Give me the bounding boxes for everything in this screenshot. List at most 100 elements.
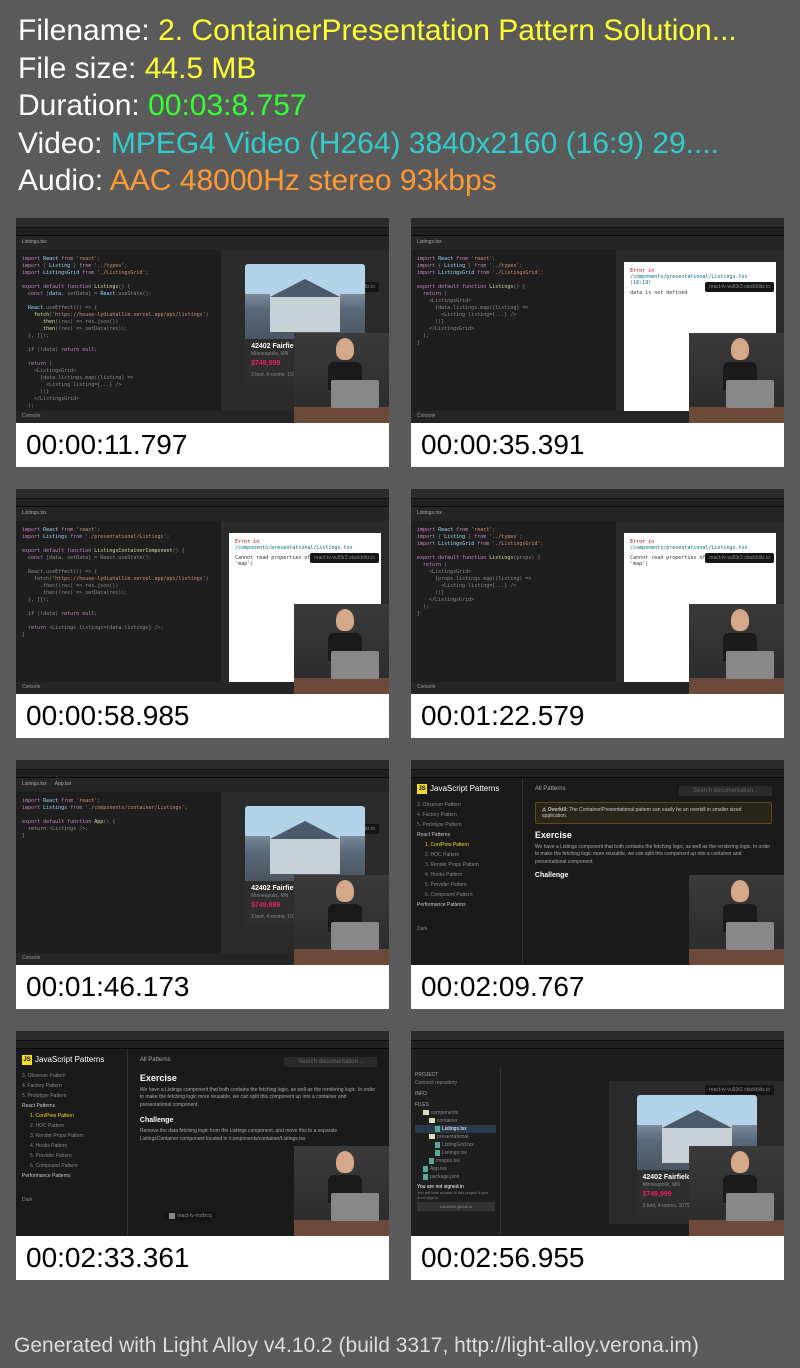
nav-item: 4. Hooks Pattern	[22, 1141, 121, 1151]
nav-item: 6. Compound Pattern	[417, 890, 516, 900]
nav-item-active: 1. Con/Pres Pattern	[22, 1111, 121, 1121]
tree-folder: presentational	[437, 1134, 468, 1140]
editor-tab: Listings.tsx	[22, 781, 47, 789]
filename-value: 2. ContainerPresentation Pattern Solutio…	[158, 14, 737, 47]
nav-item: 3. Render Props Pattern	[22, 1131, 121, 1141]
brand-label: JavaScript Patterns	[35, 1055, 104, 1064]
challenge-heading: Challenge	[140, 1117, 377, 1124]
code-pane: import React from 'react'; import { List…	[16, 250, 221, 423]
code-pane: import React from 'react'; import Listin…	[16, 521, 221, 694]
editor-tab: Listings.tsx	[417, 510, 442, 518]
tree-folder: components	[431, 1110, 458, 1116]
tree-file: ListingGrid.tsx	[442, 1142, 474, 1148]
thumb-image: JSJavaScript Patterns 3. Observer Patter…	[411, 760, 784, 965]
preview-url: react-tv-vu93r2.stackblitz.io	[310, 553, 379, 563]
thumbnail-3[interactable]: Listings.tsx import React from 'react'; …	[16, 489, 389, 738]
nav-item: 5. Provider Pattern	[417, 880, 516, 890]
thumb-image: JSJavaScript Patterns 3. Observer Patter…	[16, 1031, 389, 1236]
timestamp: 00:02:33.361	[16, 1236, 389, 1280]
video-value: MPEG4 Video (H264) 3840x2160 (16:9) 29..…	[111, 127, 719, 160]
challenge-text: Remove the data fetching logic from the …	[140, 1128, 377, 1143]
editor-tab: App.tsx	[55, 781, 72, 789]
nav-item: 3. Render Props Pattern	[417, 860, 516, 870]
presenter-overlay	[689, 875, 784, 965]
file-info-panel: Filename: 2. ContainerPresentation Patte…	[0, 0, 800, 208]
all-patterns-link: All Patterns	[535, 786, 566, 796]
nav-heading: React Patterns	[22, 1101, 121, 1111]
timestamp: 00:01:22.579	[411, 694, 784, 738]
timestamp: 00:01:46.173	[16, 965, 389, 1009]
thumbnail-5[interactable]: Listings.tsx App.tsx import React from 'r…	[16, 760, 389, 1009]
thumbnail-4[interactable]: Listings.tsx import React from 'react'; …	[411, 489, 784, 738]
thumb-image: Listings.tsx import React from 'react'; …	[16, 218, 389, 423]
thumb-image: PROJECT Connect repository INFO FILES co…	[411, 1031, 784, 1236]
nav-item: 6. Compound Pattern	[22, 1161, 121, 1171]
presenter-overlay	[294, 333, 389, 423]
error-path: /components/presentational/Listings.tsx	[235, 545, 375, 551]
audio-row: Audio: AAC 48000Hz stereo 93kbps	[18, 162, 782, 200]
editor-tab: Listings.tsx	[22, 239, 47, 247]
nav-item: 4. Hooks Pattern	[417, 870, 516, 880]
signin-notice: You are not signed in You will lose acce…	[417, 1184, 495, 1211]
thumbnail-1[interactable]: Listings.tsx import React from 'react'; …	[16, 218, 389, 467]
thumbnail-6[interactable]: JSJavaScript Patterns 3. Observer Patter…	[411, 760, 784, 1009]
thumb-image: Listings.tsx import React from 'react'; …	[16, 489, 389, 694]
preview-url: react-tv-vu93r2.stackblitz.io	[705, 553, 774, 563]
video-label: Video:	[18, 127, 111, 160]
thumbnail-8[interactable]: PROJECT Connect repository INFO FILES co…	[411, 1031, 784, 1280]
preview-url: react-tv-vu93r2.stackblitz.io	[705, 282, 774, 292]
nav-item: Dark	[22, 1195, 121, 1205]
docs-sidebar: JSJavaScript Patterns 3. Observer Patter…	[411, 778, 523, 965]
tree-heading: INFO	[415, 1090, 496, 1098]
presenter-overlay	[689, 1146, 784, 1236]
nav-heading: Performance Patterns	[417, 900, 516, 910]
docs-brand: JSJavaScript Patterns	[22, 1055, 121, 1065]
thumbnail-7[interactable]: JSJavaScript Patterns 3. Observer Patter…	[16, 1031, 389, 1280]
tree-connect: Connect repository	[415, 1079, 496, 1087]
nav-item: 5. Provider Pattern	[22, 1151, 121, 1161]
exercise-text: We have a Listings component that both c…	[535, 844, 772, 867]
nav-item: 4. Factory Pattern	[22, 1081, 121, 1091]
nav-item: 5. Prototype Pattern	[22, 1091, 121, 1101]
nav-item: Dark	[417, 924, 516, 934]
error-message: data is not defined	[630, 290, 687, 296]
thumbnail-2[interactable]: Listings.tsx import React from 'react'; …	[411, 218, 784, 467]
timestamp: 00:02:09.767	[411, 965, 784, 1009]
nav-item: 2. HOC Pattern	[22, 1121, 121, 1131]
tree-heading: PROJECT	[415, 1071, 496, 1079]
thumbnail-grid: Listings.tsx import React from 'react'; …	[0, 208, 800, 1290]
docs-sidebar: JSJavaScript Patterns 3. Observer Patter…	[16, 1049, 128, 1236]
search-box: Search documentation...	[284, 1057, 377, 1067]
timestamp: 00:02:56.955	[411, 1236, 784, 1280]
code-pane: import React from 'react'; import Listin…	[16, 792, 221, 965]
thumb-image: Listings.tsx import React from 'react'; …	[411, 218, 784, 423]
filename-label: Filename:	[18, 14, 158, 47]
code-pane: import React from 'react'; import { List…	[411, 521, 616, 694]
tree-file: images.tsx	[436, 1158, 460, 1164]
preview-url: react-tv-vu93r2.stackblitz.io	[705, 1085, 774, 1095]
nav-heading: Performance Patterns	[22, 1171, 121, 1181]
filesize-label: File size:	[18, 52, 145, 85]
thumb-image: Listings.tsx import React from 'react'; …	[411, 489, 784, 694]
tree-heading: FILES	[415, 1101, 496, 1109]
tree-file: App.tsx	[430, 1166, 447, 1172]
exercise-heading: Exercise	[535, 830, 772, 840]
tree-file: package.json	[430, 1174, 459, 1180]
timestamp: 00:00:35.391	[411, 423, 784, 467]
footer-text: Generated with Light Alloy v4.10.2 (buil…	[14, 1334, 699, 1358]
presenter-overlay	[294, 875, 389, 965]
sandbox-badge: react-tv-mufzcq	[165, 1211, 215, 1221]
timestamp: 00:00:11.797	[16, 423, 389, 467]
duration-row: Duration: 00:03:8.757	[18, 87, 782, 125]
presenter-overlay	[294, 1146, 389, 1236]
house-image	[245, 264, 365, 339]
exercise-heading: Exercise	[140, 1073, 377, 1083]
signin-text: You will lose access to this project if …	[417, 1190, 495, 1200]
audio-label: Audio:	[18, 164, 110, 197]
editor-tab: Listings.tsx	[22, 510, 47, 518]
error-title: Error in	[630, 539, 654, 545]
tree-file-selected: Listings.tsx	[442, 1126, 467, 1132]
audio-value: AAC 48000Hz stereo 93kbps	[110, 164, 497, 197]
nav-item: 4. Factory Pattern	[417, 810, 516, 820]
all-patterns-link: All Patterns	[140, 1057, 171, 1067]
